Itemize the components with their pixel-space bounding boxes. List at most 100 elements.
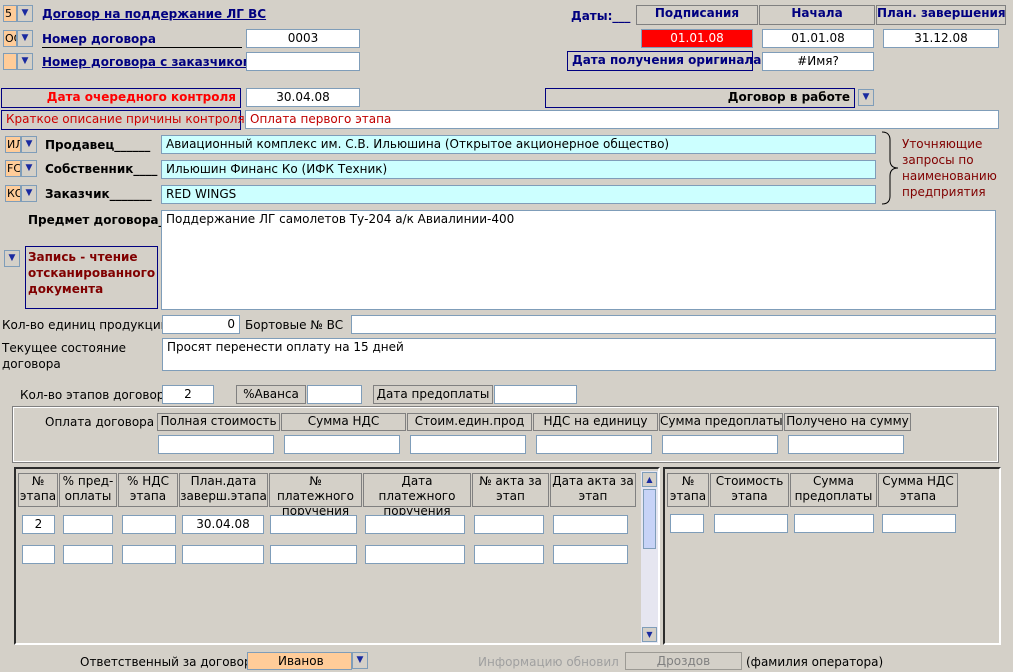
prepay-label: Дата предоплаты [373, 385, 493, 404]
scan-line-2: отсканированного [28, 266, 156, 280]
status-value[interactable]: Договор в работе [545, 88, 855, 108]
customer-code-value[interactable]: КО [5, 185, 21, 202]
pay-col-received: Получено на сумму [784, 413, 911, 431]
date-start-field[interactable]: 01.01.08 [762, 29, 874, 48]
scan-box[interactable]: Запись - чтение отсканированного докумен… [25, 246, 158, 309]
right-r1-prepay[interactable] [794, 514, 874, 533]
left-r1-act-date[interactable] [553, 515, 628, 534]
count-units-label: Кол-во единиц продукции [2, 318, 169, 332]
seller-chevron-down-icon[interactable]: ▼ [21, 136, 37, 153]
pay-col-prepay: Сумма предоплаты [659, 413, 783, 431]
date-signing-field[interactable]: 01.01.08 [641, 29, 753, 48]
left-r1-plan-date[interactable]: 30.04.08 [182, 515, 264, 534]
original-field[interactable]: #Имя? [762, 52, 874, 71]
seller-field[interactable]: Авиационный комплекс им. С.В. Ильюшина (… [161, 135, 876, 154]
scroll-thumb[interactable] [643, 489, 656, 549]
subject-field[interactable]: Поддержание ЛГ самолетов Ту-204 а/к Авиа… [161, 210, 996, 310]
brace-icon [881, 131, 899, 205]
pay-col-unit-vat: НДС на единицу [533, 413, 658, 431]
reason-label: Краткое описание причины контроля [1, 110, 245, 130]
payment-label: Оплата договора [45, 415, 155, 429]
customer-chevron-down-icon[interactable]: ▼ [21, 185, 37, 202]
left-r2-act-date[interactable] [553, 545, 628, 564]
subject-label: Предмет договора_ [28, 213, 165, 227]
left-r2-plan-date[interactable] [182, 545, 264, 564]
right-r1-vat[interactable] [882, 514, 956, 533]
state-label: Текущее состояние договора [2, 340, 126, 372]
col-signing-header: Подписания [636, 5, 758, 25]
left-col-plan-date: План.дата заверш.этапа [179, 473, 268, 507]
pay-received-field[interactable] [788, 435, 904, 454]
state-field[interactable]: Просят перенести оплату на 15 дней [162, 338, 996, 371]
seller-code-value[interactable]: ИЛ [5, 136, 21, 153]
customer-label: Заказчик_______ [45, 187, 152, 201]
left-r1-payment-date[interactable] [365, 515, 465, 534]
pay-vat-field[interactable] [284, 435, 400, 454]
parties-note: Уточняющие запросы по наименованию предп… [902, 136, 997, 200]
left-col-stage: № этапа [18, 473, 58, 507]
left-r2-payment-date[interactable] [365, 545, 465, 564]
note-line-2: запросы по [902, 153, 974, 167]
right-r1-stage[interactable] [670, 514, 704, 533]
updated-label: Информацию обновил [478, 655, 619, 669]
left-r2-payment-no[interactable] [270, 545, 357, 564]
updated-field[interactable]: Дроздов [625, 652, 742, 670]
next-control-field[interactable]: 30.04.08 [246, 88, 360, 107]
left-r1-vat[interactable] [122, 515, 176, 534]
state-label-1: Текущее состояние [2, 341, 127, 355]
resp-label: Ответственный за договор [80, 655, 252, 669]
left-col-act-date: Дата акта за этап [550, 473, 636, 507]
status-chevron-down-icon[interactable]: ▼ [858, 89, 874, 106]
scroll-up-icon[interactable]: ▲ [642, 472, 657, 487]
pay-unit-cost-field[interactable] [410, 435, 526, 454]
customer-field[interactable]: RED WINGS [161, 185, 876, 204]
nomer-label: Номер договора [42, 31, 242, 48]
nomer-field[interactable]: 0003 [246, 29, 360, 48]
note-line-4: предприятия [902, 185, 986, 199]
owner-chevron-down-icon[interactable]: ▼ [21, 160, 37, 177]
prepay-field[interactable] [494, 385, 577, 404]
dogovor-code-value[interactable]: 5 [3, 5, 17, 22]
scan-chevron-down-icon[interactable]: ▼ [4, 250, 20, 267]
nomer-zak-chevron-down-icon[interactable]: ▼ [17, 53, 33, 70]
date-end-field[interactable]: 31.12.08 [883, 29, 999, 48]
reason-field[interactable]: Оплата первого этапа [245, 110, 999, 129]
owner-code-value[interactable]: FC [5, 160, 21, 177]
note-line-1: Уточняющие [902, 137, 983, 151]
pay-prepay-field[interactable] [662, 435, 778, 454]
left-col-prepay-pct: % пред-оплаты [59, 473, 117, 507]
left-r1-stage[interactable]: 2 [22, 515, 55, 534]
left-r2-act-no[interactable] [474, 545, 544, 564]
state-label-2: договора [2, 357, 61, 371]
scan-line-3: документа [28, 282, 104, 296]
left-r2-prepay[interactable] [63, 545, 113, 564]
stages-count-field[interactable]: 2 [162, 385, 214, 404]
seller-label: Продавец______ [45, 138, 151, 152]
col-start-header: Начала [759, 5, 875, 25]
left-r2-stage[interactable] [22, 545, 55, 564]
left-col-act-no: № акта за этап [472, 473, 549, 507]
left-r2-vat[interactable] [122, 545, 176, 564]
owner-field[interactable]: Ильюшин Финанс Ко (ИФК Техник) [161, 160, 876, 179]
nomer-zak-field[interactable] [246, 52, 360, 71]
left-r1-payment-no[interactable] [270, 515, 357, 534]
pay-unit-vat-field[interactable] [536, 435, 652, 454]
dogovor-code-chevron-down-icon[interactable]: ▼ [17, 5, 33, 22]
pay-full-field[interactable] [158, 435, 274, 454]
board-label: Бортовые № ВС [245, 318, 344, 332]
scroll-down-icon[interactable]: ▼ [642, 627, 657, 642]
nomer-zak-code-value[interactable] [3, 53, 17, 70]
nomer-zak-label: Номер договора с заказчиком [42, 55, 253, 69]
advance-field[interactable] [307, 385, 362, 404]
board-field[interactable] [351, 315, 996, 334]
resp-value[interactable]: Иванов [247, 652, 352, 670]
nomer-code-value[interactable]: ОС [3, 30, 17, 47]
resp-chevron-down-icon[interactable]: ▼ [352, 652, 368, 669]
count-units-field[interactable]: 0 [162, 315, 240, 334]
nomer-code-chevron-down-icon[interactable]: ▼ [17, 30, 33, 47]
operator-note: (фамилия оператора) [746, 655, 884, 669]
right-r1-cost[interactable] [714, 514, 788, 533]
original-label: Дата получения оригинала [567, 51, 761, 71]
left-r1-prepay[interactable] [63, 515, 113, 534]
left-r1-act-no[interactable] [474, 515, 544, 534]
